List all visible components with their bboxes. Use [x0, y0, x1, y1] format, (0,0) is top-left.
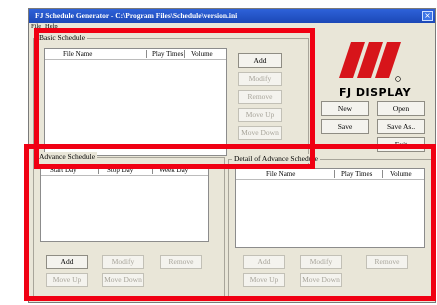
fj-display-logo-icon — [339, 42, 401, 82]
save-button[interactable]: Save — [321, 119, 369, 134]
save-as-button[interactable]: Save As.. — [377, 119, 425, 134]
logo-text: FJ DISPLAY — [338, 86, 412, 99]
close-icon: × — [424, 11, 431, 20]
open-button[interactable]: Open — [377, 101, 425, 116]
window-title: FJ Schedule Generator - C:\Program Files… — [35, 11, 238, 20]
highlight-box-advance — [24, 144, 436, 301]
title-bar[interactable]: FJ Schedule Generator - C:\Program Files… — [29, 9, 435, 23]
close-button[interactable]: × — [422, 11, 433, 21]
new-button[interactable]: New — [321, 101, 369, 116]
